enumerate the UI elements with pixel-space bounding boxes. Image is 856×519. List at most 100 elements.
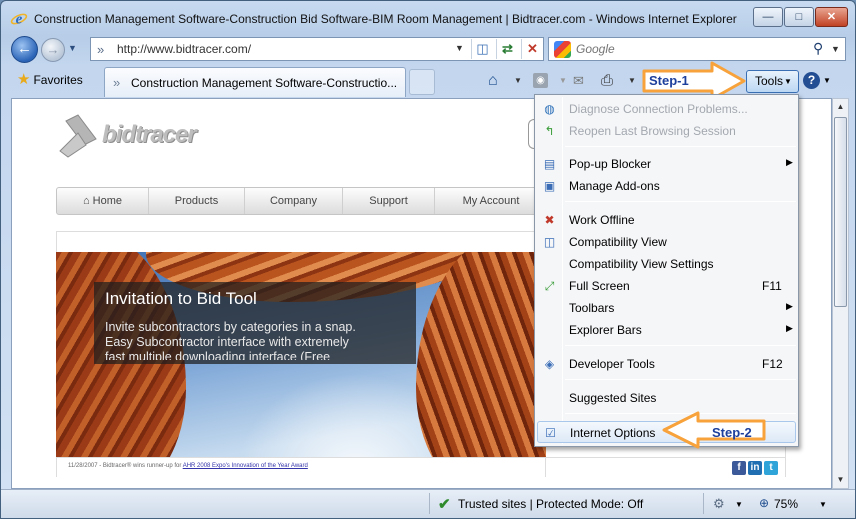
step1-label: Step-1 bbox=[649, 73, 689, 88]
scrollbar-thumb[interactable] bbox=[834, 117, 847, 307]
hero-banner[interactable]: Invitation to Bid Tool Invite subcontrac… bbox=[56, 252, 546, 457]
linkedin-icon[interactable]: in bbox=[748, 461, 762, 475]
logo-mark-icon bbox=[59, 114, 97, 158]
submenu-arrow-icon: ▶ bbox=[786, 323, 793, 333]
window-title: Construction Management Software-Constru… bbox=[34, 12, 737, 26]
menu-item-developer-tools[interactable]: ◈ Developer Tools F12 bbox=[537, 353, 796, 375]
menu-item-work-offline[interactable]: ✖ Work Offline bbox=[537, 209, 796, 231]
fullscreen-icon: ⤢ bbox=[544, 279, 555, 293]
menu-separator bbox=[565, 379, 796, 380]
logo-text: bidtracer bbox=[102, 121, 197, 148]
help-icon[interactable]: ? bbox=[803, 72, 820, 89]
page-icon: » bbox=[97, 42, 105, 57]
menu-item-label: Developer Tools bbox=[569, 357, 655, 371]
stop-icon[interactable]: ✕ bbox=[521, 39, 543, 59]
help-dropdown-icon[interactable]: ▼ bbox=[823, 76, 831, 85]
protected-mode-dropdown-icon[interactable]: ▼ bbox=[735, 500, 743, 509]
diagnose-icon: ◍ bbox=[544, 102, 555, 116]
menu-item-full-screen[interactable]: ⤢ Full Screen F11 bbox=[537, 275, 796, 297]
menu-item-label: Manage Add-ons bbox=[569, 179, 660, 193]
search-input[interactable] bbox=[576, 41, 796, 57]
recent-pages-dropdown-icon[interactable]: ▼ bbox=[68, 43, 77, 53]
mail-icon[interactable]: ✉ bbox=[573, 71, 584, 91]
address-input[interactable] bbox=[117, 41, 447, 57]
developer-tools-icon: ◈ bbox=[544, 357, 555, 371]
zoom-icon[interactable]: ⊕ bbox=[759, 496, 769, 510]
new-tab-button[interactable] bbox=[409, 69, 435, 95]
rss-dropdown-icon[interactable]: ▼ bbox=[559, 76, 567, 85]
back-button[interactable]: ← bbox=[11, 36, 38, 63]
status-divider bbox=[703, 493, 704, 514]
vertical-scrollbar[interactable]: ▲ ▼ bbox=[832, 98, 849, 489]
tab-label: Construction Management Software-Constru… bbox=[131, 76, 398, 90]
hero-caption: Invitation to Bid Tool Invite subcontrac… bbox=[94, 282, 416, 364]
compatibility-icon: ◫ bbox=[543, 235, 556, 249]
nav-home-label: Home bbox=[92, 195, 123, 207]
address-bar[interactable]: » ▼ ◫ ⇄ ✕ bbox=[90, 37, 544, 61]
minimize-button[interactable]: — bbox=[753, 7, 783, 27]
favorites-label: Favorites bbox=[33, 73, 83, 87]
nav-company[interactable]: Company bbox=[245, 188, 343, 214]
menu-item-toolbars[interactable]: Toolbars ▶ bbox=[537, 297, 796, 319]
tools-button[interactable]: Tools ▼ bbox=[746, 70, 799, 93]
menu-item-label: Compatibility View Settings bbox=[569, 257, 714, 271]
facebook-icon[interactable]: f bbox=[732, 461, 746, 475]
internet-options-icon: ☑ bbox=[545, 426, 556, 440]
checkmark-icon: ✔ bbox=[438, 496, 451, 513]
favorites-button[interactable]: ★ Favorites bbox=[11, 68, 89, 92]
search-dropdown-icon[interactable]: ▼ bbox=[831, 44, 840, 54]
search-icon[interactable]: ⚲ bbox=[813, 40, 823, 57]
hero-title: Invitation to Bid Tool bbox=[105, 289, 257, 308]
compatibility-view-icon[interactable]: ◫ bbox=[471, 39, 493, 59]
twitter-icon[interactable]: t bbox=[764, 461, 778, 475]
home-icon[interactable]: ⌂ bbox=[488, 71, 498, 91]
offline-icon: ✖ bbox=[544, 213, 555, 227]
refresh-icon[interactable]: ⇄ bbox=[496, 39, 518, 59]
print-dropdown-icon[interactable]: ▼ bbox=[628, 76, 636, 85]
forward-button[interactable]: → bbox=[41, 38, 65, 62]
forward-arrow-icon: → bbox=[46, 42, 60, 57]
site-nav: ⌂ Home Products Company Support My Accou… bbox=[56, 187, 546, 215]
scroll-up-icon[interactable]: ▲ bbox=[833, 99, 848, 115]
status-bar: ✔ Trusted sites | Protected Mode: Off ⚙ … bbox=[1, 489, 855, 518]
menu-separator bbox=[565, 345, 796, 346]
menu-separator bbox=[565, 146, 796, 147]
close-button[interactable]: ✕ bbox=[815, 7, 848, 27]
nav-support[interactable]: Support bbox=[343, 188, 435, 214]
address-dropdown-icon[interactable]: ▼ bbox=[455, 43, 464, 53]
home-dropdown-icon[interactable]: ▼ bbox=[514, 76, 522, 85]
security-zone-status[interactable]: Trusted sites | Protected Mode: Off bbox=[458, 497, 643, 511]
menu-item-manage-addons[interactable]: ▣ Manage Add-ons bbox=[537, 175, 796, 197]
menu-item-label: Reopen Last Browsing Session bbox=[569, 124, 736, 138]
print-icon[interactable]: ⎙ bbox=[601, 71, 613, 91]
menu-item-explorer-bars[interactable]: Explorer Bars ▶ bbox=[537, 319, 796, 341]
search-box[interactable]: ⚲ ▼ bbox=[548, 37, 846, 61]
menu-item-label: Work Offline bbox=[569, 213, 635, 227]
menu-item-diagnose-connection[interactable]: ◍ Diagnose Connection Problems... bbox=[537, 98, 796, 120]
page-icon: » bbox=[113, 75, 121, 90]
menu-item-label: Pop-up Blocker bbox=[569, 157, 652, 171]
nav-my-account[interactable]: My Account bbox=[435, 188, 547, 214]
menu-item-reopen-session[interactable]: ↰ Reopen Last Browsing Session bbox=[537, 120, 796, 142]
menu-item-popup-blocker[interactable]: ▤ Pop-up Blocker ▶ bbox=[537, 153, 796, 175]
scroll-down-icon[interactable]: ▼ bbox=[833, 472, 848, 488]
menu-shortcut: F12 bbox=[762, 357, 783, 371]
zoom-level[interactable]: 75% bbox=[774, 497, 798, 511]
back-arrow-icon: ← bbox=[17, 40, 32, 57]
tab-active[interactable]: » Construction Management Software-Const… bbox=[104, 67, 406, 97]
news-link[interactable]: AHR 2008 Expo's Innovation of the Year A… bbox=[183, 463, 308, 469]
svg-text:e: e bbox=[16, 12, 23, 28]
menu-item-compatibility-view[interactable]: ◫ Compatibility View bbox=[537, 231, 796, 253]
nav-home[interactable]: ⌂ Home bbox=[57, 188, 149, 214]
maximize-button[interactable]: □ bbox=[784, 7, 814, 27]
menu-item-compatibility-view-settings[interactable]: Compatibility View Settings bbox=[537, 253, 796, 275]
nav-products[interactable]: Products bbox=[149, 188, 245, 214]
addons-icon: ▣ bbox=[543, 179, 556, 193]
zoom-dropdown-icon[interactable]: ▼ bbox=[819, 500, 827, 509]
rss-feed-icon[interactable]: ◉ bbox=[533, 73, 548, 88]
protected-mode-icon[interactable]: ⚙ bbox=[713, 496, 725, 512]
ie-logo-icon: e bbox=[10, 12, 28, 28]
menu-item-suggested-sites[interactable]: Suggested Sites bbox=[537, 387, 796, 409]
tools-label: Tools bbox=[755, 74, 784, 88]
menu-separator bbox=[565, 201, 796, 202]
